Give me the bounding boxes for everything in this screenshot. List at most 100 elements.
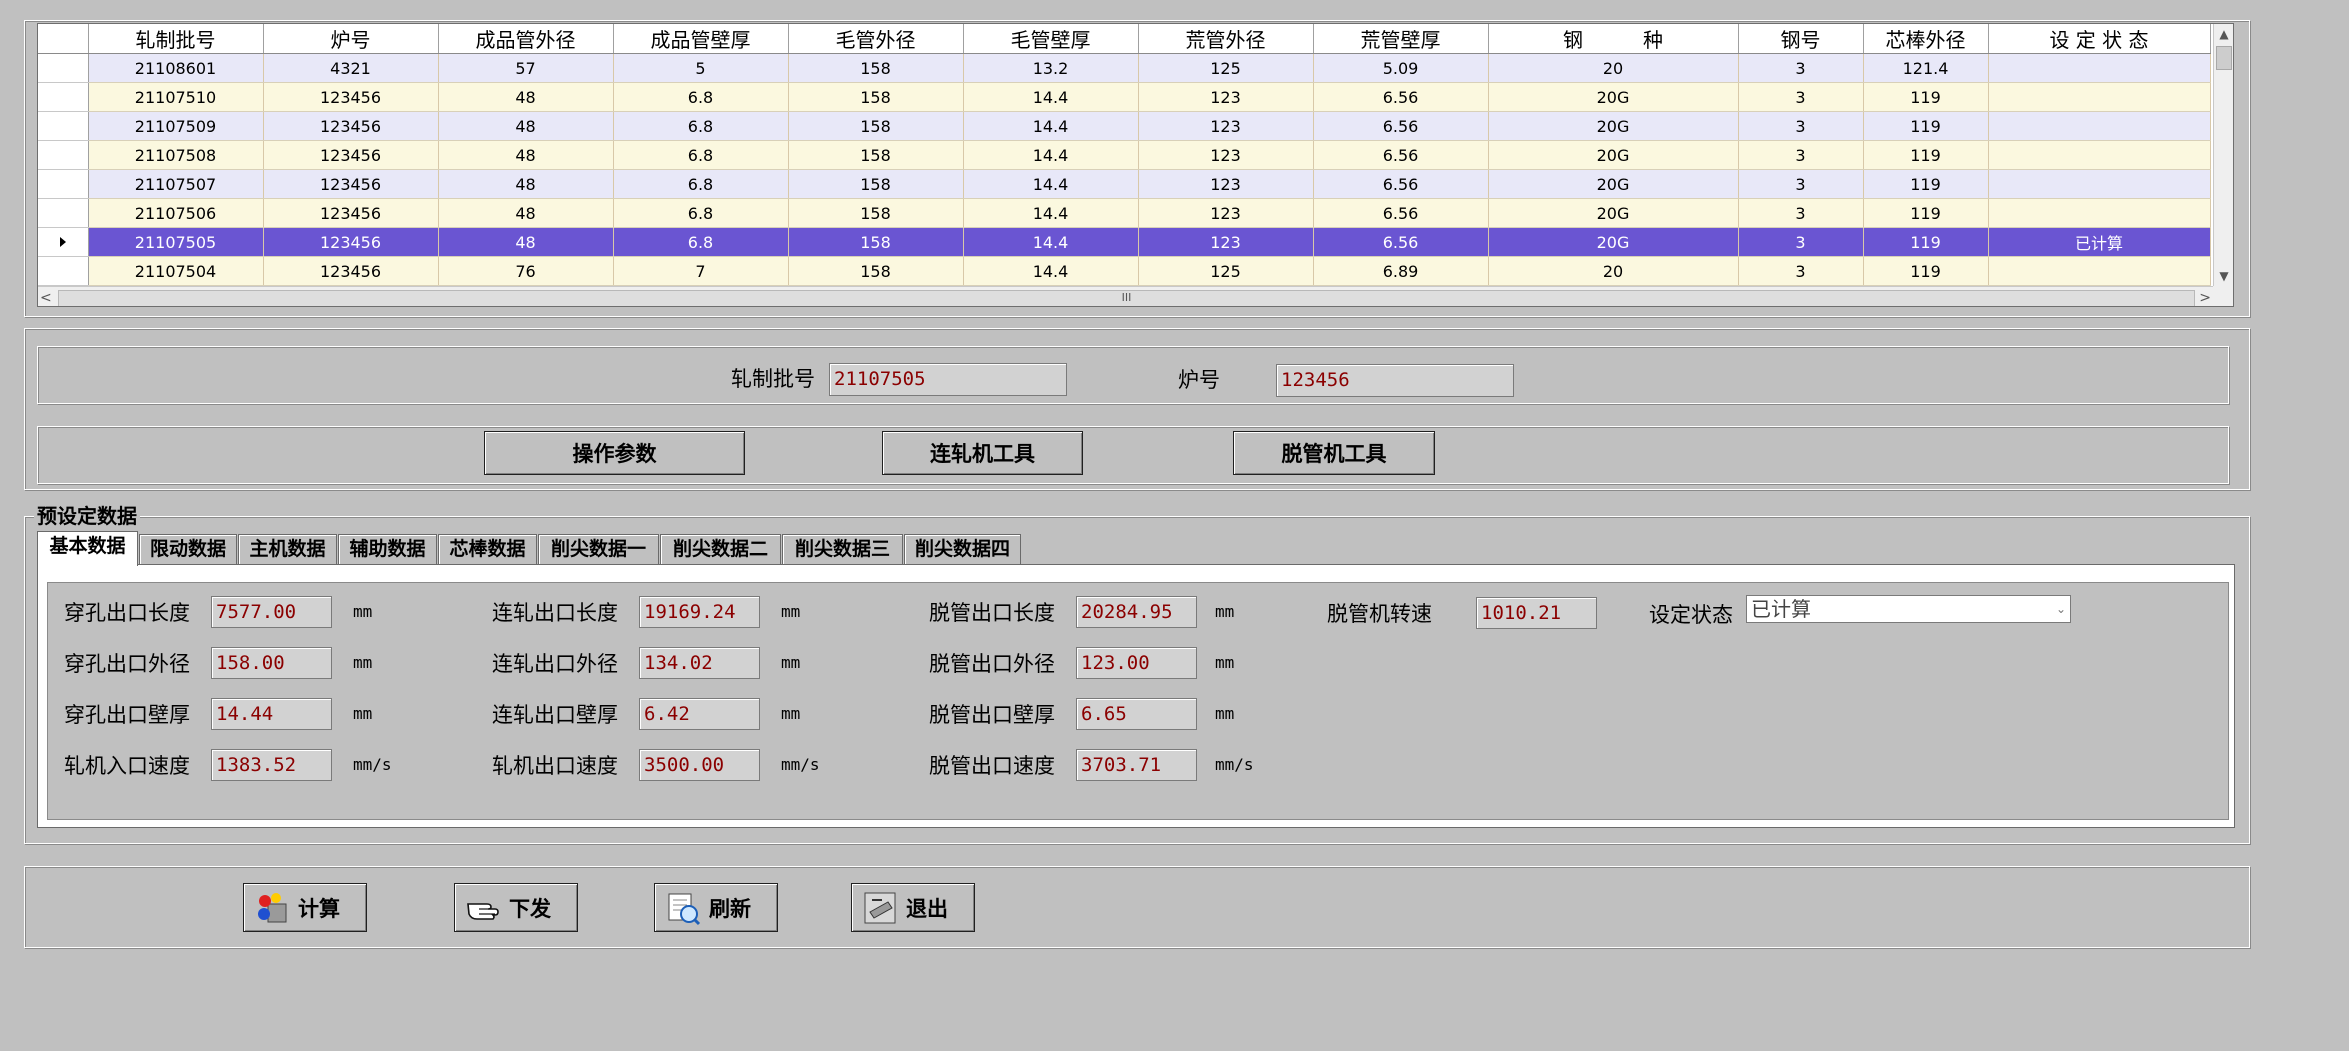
table-cell[interactable]: 6.8: [613, 111, 789, 141]
table-cell[interactable]: 6.56: [1313, 169, 1489, 199]
table-cell[interactable]: 48: [438, 169, 614, 199]
table-cell[interactable]: 158: [788, 53, 964, 83]
table-cell[interactable]: 14.4: [963, 82, 1139, 112]
table-cell[interactable]: 6.8: [613, 198, 789, 228]
table-cell[interactable]: 158: [788, 227, 964, 257]
row-header[interactable]: [38, 82, 89, 112]
table-cell[interactable]: 48: [438, 198, 614, 228]
scroll-down-arrow-icon[interactable]: ▼: [2214, 266, 2233, 286]
pierce-exit-od-field[interactable]: 158.00: [211, 647, 332, 679]
pierce-exit-wall-field[interactable]: 14.44: [211, 698, 332, 730]
table-cell[interactable]: 7: [613, 256, 789, 286]
mill-exit-length-field[interactable]: 19169.24: [639, 596, 760, 628]
table-cell[interactable]: 158: [788, 169, 964, 199]
table-row[interactable]: 21107508 123456 48 6.8 158 14.4 123 6.56 20G 3 119: [38, 140, 2211, 170]
mill-exit-speed-field[interactable]: 3500.00: [639, 749, 760, 781]
table-cell[interactable]: 3: [1738, 198, 1864, 228]
table-cell[interactable]: 21107509: [88, 111, 264, 141]
grid-horizontal-scrollbar[interactable]: < III >: [38, 286, 2215, 306]
column-header[interactable]: 毛管外径: [788, 24, 964, 54]
calculate-button[interactable]: 计算: [243, 883, 367, 932]
mill-exit-wall-field[interactable]: 6.42: [639, 698, 760, 730]
table-row[interactable]: 21107509 123456 48 6.8 158 14.4 123 6.56 20G 3 119: [38, 111, 2211, 141]
table-cell[interactable]: 20G: [1488, 140, 1739, 170]
table-cell[interactable]: 158: [788, 111, 964, 141]
table-cell[interactable]: 123456: [263, 140, 439, 170]
table-cell[interactable]: 119: [1863, 82, 1989, 112]
column-header[interactable]: 炉号: [263, 24, 439, 54]
table-cell[interactable]: 123456: [263, 169, 439, 199]
extractor-exit-wall-field[interactable]: 6.65: [1076, 698, 1197, 730]
table-cell[interactable]: 123456: [263, 256, 439, 286]
tab-point-data-4[interactable]: 削尖数据四: [904, 534, 1021, 564]
scroll-left-arrow-icon[interactable]: <: [40, 287, 52, 306]
table-cell[interactable]: 3: [1738, 111, 1864, 141]
row-header[interactable]: [38, 111, 89, 141]
row-header[interactable]: [38, 169, 89, 199]
table-cell[interactable]: 158: [788, 198, 964, 228]
table-cell[interactable]: 3: [1738, 140, 1864, 170]
table-cell[interactable]: [1988, 111, 2211, 141]
table-cell[interactable]: 121.4: [1863, 53, 1989, 83]
table-cell[interactable]: 20G: [1488, 111, 1739, 141]
table-cell[interactable]: 158: [788, 140, 964, 170]
column-header[interactable]: 成品管外径: [438, 24, 614, 54]
table-cell[interactable]: 6.56: [1313, 111, 1489, 141]
table-cell[interactable]: 123: [1138, 198, 1314, 228]
table-cell[interactable]: 3: [1738, 82, 1864, 112]
table-cell[interactable]: 3: [1738, 53, 1864, 83]
table-cell[interactable]: 20: [1488, 53, 1739, 83]
column-header[interactable]: 芯棒外径: [1863, 24, 1989, 54]
extractor-exit-length-field[interactable]: 20284.95: [1076, 596, 1197, 628]
column-header[interactable]: 设 定 状 态: [1988, 24, 2211, 54]
table-cell[interactable]: [1988, 140, 2211, 170]
grid-vertical-scrollbar[interactable]: ▲ ▼: [2213, 24, 2233, 306]
scroll-right-arrow-icon[interactable]: >: [2199, 287, 2211, 306]
extractor-exit-od-field[interactable]: 123.00: [1076, 647, 1197, 679]
column-header[interactable]: 荒管壁厚: [1313, 24, 1489, 54]
table-cell[interactable]: 119: [1863, 256, 1989, 286]
table-row[interactable]: 21108601 4321 57 5 158 13.2 125 5.09 20 3 121.4: [38, 53, 2211, 83]
table-cell[interactable]: 5: [613, 53, 789, 83]
table-cell[interactable]: 14.4: [963, 140, 1139, 170]
column-header[interactable]: 钢号: [1738, 24, 1864, 54]
tab-mandrel-data[interactable]: 芯棒数据: [438, 534, 537, 564]
table-cell[interactable]: 6.8: [613, 169, 789, 199]
table-cell[interactable]: [1988, 198, 2211, 228]
table-cell[interactable]: 125: [1138, 53, 1314, 83]
column-header[interactable]: 成品管壁厚: [613, 24, 789, 54]
row-header[interactable]: [38, 227, 89, 257]
tab-basic-data[interactable]: 基本数据: [37, 531, 138, 566]
table-cell[interactable]: 123: [1138, 169, 1314, 199]
tab-point-data-3[interactable]: 削尖数据三: [782, 534, 903, 564]
table-cell[interactable]: 21107507: [88, 169, 264, 199]
heat-number-field[interactable]: 123456: [1276, 364, 1514, 397]
table-cell[interactable]: 119: [1863, 140, 1989, 170]
row-header[interactable]: [38, 198, 89, 228]
table-cell[interactable]: 57: [438, 53, 614, 83]
tab-point-data-1[interactable]: 削尖数据一: [538, 534, 659, 564]
batch-number-field[interactable]: 21107505: [829, 363, 1067, 396]
table-cell[interactable]: 6.8: [613, 140, 789, 170]
table-cell[interactable]: 21108601: [88, 53, 264, 83]
pierce-exit-length-field[interactable]: 7577.00: [211, 596, 332, 628]
table-cell[interactable]: 21107508: [88, 140, 264, 170]
table-cell[interactable]: 14.4: [963, 198, 1139, 228]
row-header[interactable]: [38, 140, 89, 170]
table-cell[interactable]: 21107510: [88, 82, 264, 112]
row-header[interactable]: [38, 53, 89, 83]
table-cell[interactable]: 3: [1738, 256, 1864, 286]
table-cell[interactable]: 119: [1863, 169, 1989, 199]
table-cell[interactable]: 21107505: [88, 227, 264, 257]
column-header[interactable]: 钢 种: [1488, 24, 1739, 54]
table-cell[interactable]: 6.56: [1313, 198, 1489, 228]
table-row[interactable]: 21107505 123456 48 6.8 158 14.4 123 6.56 20G 3 119…: [38, 227, 2211, 257]
set-status-select[interactable]: 已计算 ⌄: [1746, 595, 2071, 623]
batch-data-grid[interactable]: 轧制批号 炉号 成品管外径 成品管壁厚 毛管外径 毛管壁厚 荒管外径 荒管壁厚钢 种钢号 芯棒外…: [37, 23, 2234, 307]
table-cell[interactable]: 20: [1488, 256, 1739, 286]
table-cell[interactable]: 14.4: [963, 256, 1139, 286]
mill-exit-od-field[interactable]: 134.02: [639, 647, 760, 679]
table-cell[interactable]: 20G: [1488, 198, 1739, 228]
table-cell[interactable]: 3: [1738, 169, 1864, 199]
table-cell[interactable]: [1988, 53, 2211, 83]
